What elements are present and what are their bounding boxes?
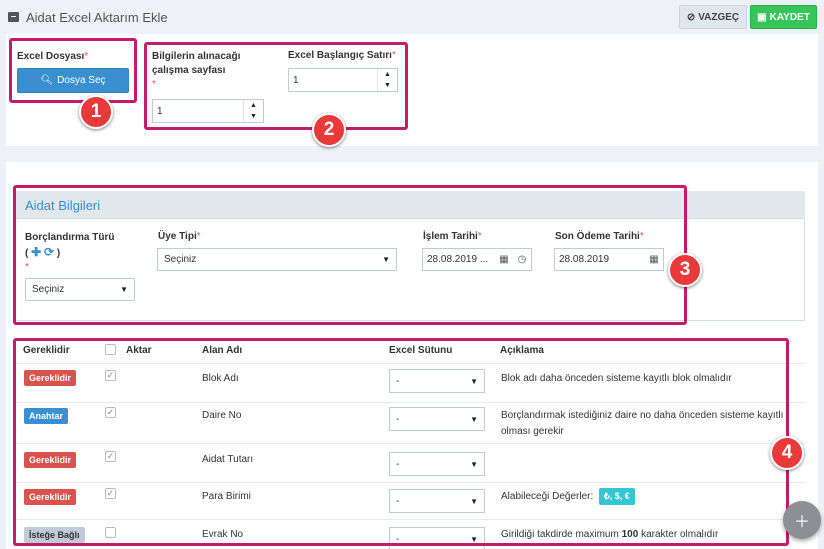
save-button-label: KAYDET — [769, 11, 810, 23]
plus-icon: ＋ — [793, 514, 810, 531]
page-title: Aidat Excel Aktarım Ekle — [26, 10, 168, 25]
archive-icon — [8, 12, 19, 22]
save-button[interactable]: ▣ KAYDET — [750, 5, 817, 29]
highlight-box-2 — [144, 42, 408, 130]
callout-3: 3 — [668, 253, 702, 287]
save-icon: ▣ — [757, 11, 767, 23]
callout-2: 2 — [312, 113, 346, 147]
add-fab-button[interactable]: ＋ — [783, 501, 821, 539]
cancel-button-label: VAZGEÇ — [698, 11, 740, 23]
highlight-box-1 — [9, 38, 137, 103]
ban-icon: ⊘ — [686, 11, 696, 23]
highlight-box-3 — [13, 185, 687, 325]
callout-1: 1 — [79, 95, 113, 129]
callout-4: 4 — [770, 436, 804, 470]
cancel-button[interactable]: ⊘ VAZGEÇ — [679, 5, 747, 29]
highlight-box-4 — [13, 338, 789, 546]
